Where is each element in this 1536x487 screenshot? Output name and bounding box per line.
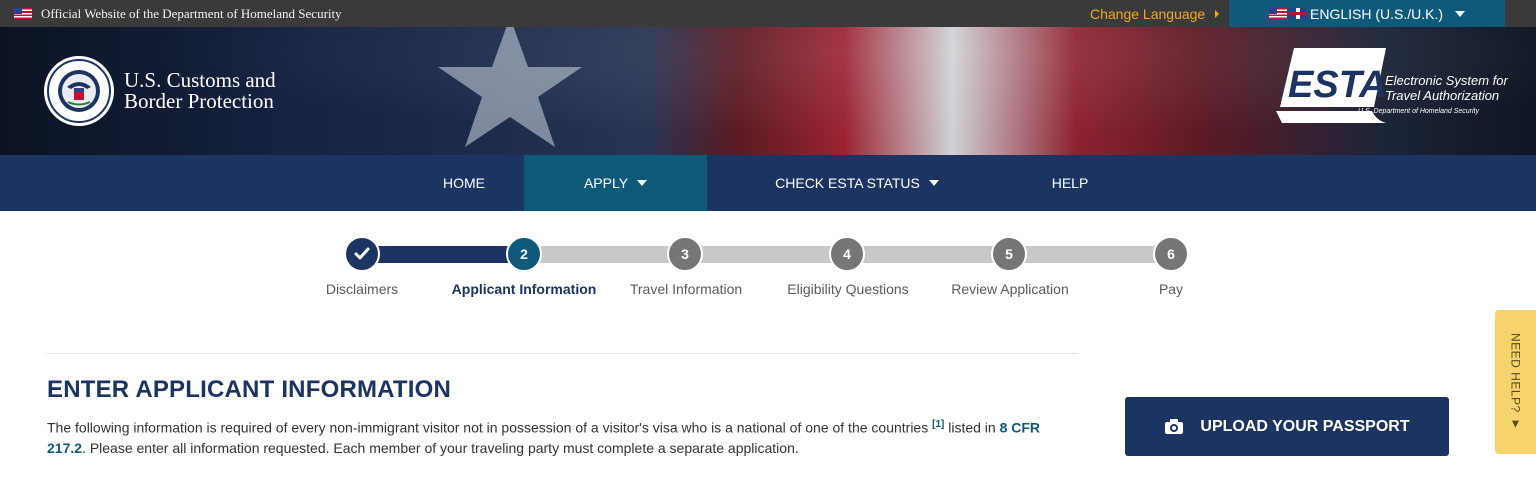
top-utility-bar: Official Website of the Department of Ho…: [0, 0, 1536, 27]
progress-track-complete: [362, 246, 524, 263]
nav-check-esta-status[interactable]: CHECK ESTA STATUS: [707, 155, 1007, 211]
upload-passport-label: UPLOAD YOUR PASSPORT: [1200, 417, 1410, 435]
step-6-pay: 6: [1153, 236, 1189, 272]
main-navigation: HOME APPLY CHECK ESTA STATUS HELP: [0, 155, 1536, 211]
camera-icon: [1165, 419, 1184, 434]
section-divider: [46, 353, 1078, 354]
step-label-travel-information: Travel Information: [629, 281, 743, 297]
nav-help-label: HELP: [1051, 175, 1089, 191]
esta-logo-text: ESTA: [1288, 64, 1387, 106]
agency-name-line1: U.S. Customs and: [124, 68, 276, 92]
upload-passport-button[interactable]: UPLOAD YOUR PASSPORT: [1125, 397, 1449, 456]
step-label-pay: Pay: [1158, 281, 1184, 297]
caret-right-icon: [1215, 9, 1220, 18]
dhs-seal-logo[interactable]: [43, 55, 115, 127]
step-label-disclaimers: Disclaimers: [325, 281, 399, 297]
esta-tagline-line2: Travel Authorization: [1385, 88, 1500, 103]
esta-tagline-line1: Electronic System for: [1385, 73, 1508, 88]
chevron-down-icon: [637, 180, 648, 186]
nav-home[interactable]: HOME: [404, 155, 524, 211]
uk-flag-icon: [1289, 8, 1307, 19]
change-language-label: Change Language: [1090, 0, 1220, 27]
step-3-travel-information: 3: [667, 236, 703, 272]
intro-paragraph: The following information is required of…: [47, 415, 1077, 458]
official-website-notice: Official Website of the Department of Ho…: [14, 0, 342, 27]
agency-name-line2: Border Protection: [124, 89, 274, 113]
nav-apply-label: APPLY: [583, 175, 629, 191]
nav-apply[interactable]: APPLY: [524, 155, 707, 211]
official-website-text: Official Website of the Department of Ho…: [41, 5, 342, 21]
us-flag-icon: [1269, 8, 1287, 19]
step-1-disclaimers[interactable]: [344, 236, 380, 272]
nav-help[interactable]: HELP: [1007, 155, 1133, 211]
step-2-applicant-information[interactable]: 2: [506, 236, 542, 272]
step-label-applicant-information: Applicant Information: [451, 281, 597, 297]
flag-star-background: [438, 27, 582, 147]
us-flag-icon: [14, 8, 32, 19]
intro-text-part1: The following information is required of…: [47, 419, 933, 436]
chevron-down-icon: [1455, 10, 1466, 17]
language-dropdown[interactable]: ENGLISH (U.S./U.K.): [1229, 0, 1505, 27]
need-help-label: NEED HELP? ▼: [1508, 332, 1523, 432]
intro-text-part2: listed in: [944, 419, 1000, 436]
nav-home-label: HOME: [443, 175, 485, 191]
need-help-tab[interactable]: NEED HELP? ▼: [1495, 310, 1536, 454]
intro-text-part3: . Please enter all information requested…: [82, 439, 799, 456]
page-title: ENTER APPLICANT INFORMATION: [47, 376, 452, 403]
agency-name[interactable]: U.S. Customs and Border Protection: [124, 70, 276, 112]
language-selected: ENGLISH (U.S./U.K.): [1310, 5, 1444, 22]
header-banner: U.S. Customs and Border Protection ESTA …: [0, 27, 1536, 155]
checkmark-icon: [354, 247, 370, 260]
esta-department: U.S. Department of Homeland Security: [1358, 108, 1479, 115]
change-language-text: Change Language: [1090, 5, 1206, 22]
esta-tagline: Electronic System for Travel Authorizati…: [1385, 73, 1508, 103]
nav-check-esta-status-label: CHECK ESTA STATUS: [775, 175, 920, 191]
step-5-review-application: 5: [991, 236, 1027, 272]
step-label-review-application: Review Application: [951, 281, 1069, 297]
step-label-eligibility-questions: Eligibility Questions: [787, 281, 909, 297]
chevron-down-icon: [928, 180, 939, 186]
footnote-link[interactable]: [1]: [932, 419, 944, 430]
step-4-eligibility-questions: 4: [829, 236, 865, 272]
